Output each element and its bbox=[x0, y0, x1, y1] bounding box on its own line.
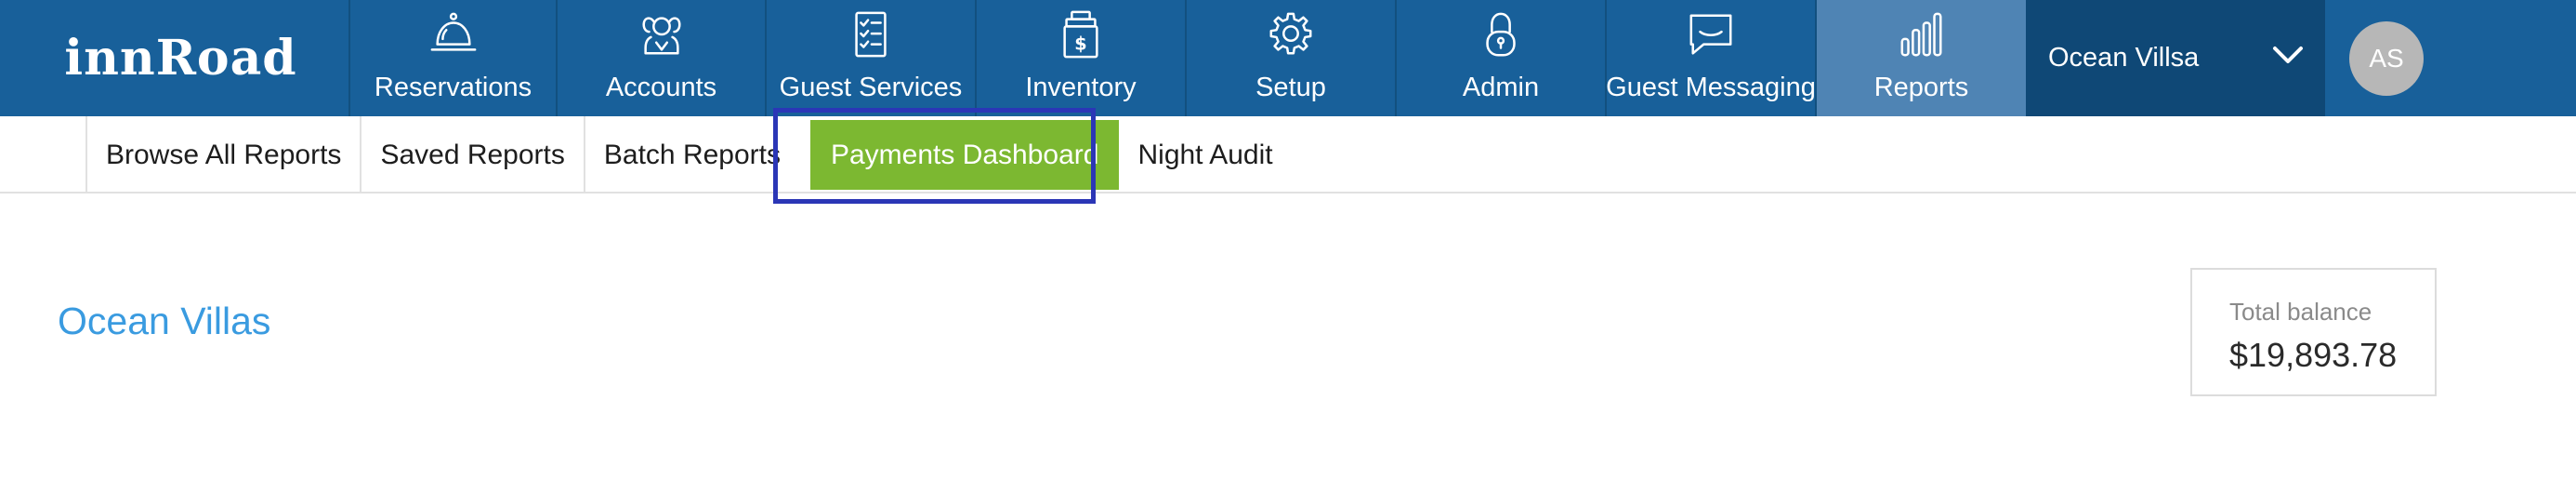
lock-icon bbox=[1473, 9, 1529, 61]
gear-icon bbox=[1263, 9, 1319, 61]
tab-browse-all-reports[interactable]: Browse All Reports bbox=[85, 116, 360, 193]
bar-chart-icon bbox=[1894, 9, 1950, 61]
tab-payments-dashboard[interactable]: Payments Dashboard bbox=[809, 120, 1120, 190]
property-selector-value: Ocean Villsa bbox=[2048, 43, 2200, 73]
nav-label: Admin bbox=[1462, 73, 1540, 102]
tab-saved-reports[interactable]: Saved Reports bbox=[360, 116, 583, 193]
svg-text:$: $ bbox=[1074, 33, 1086, 54]
nav-label: Reservations bbox=[374, 73, 532, 102]
message-icon bbox=[1683, 9, 1739, 61]
nav-item-reservations[interactable]: Reservations bbox=[348, 0, 558, 116]
people-icon bbox=[634, 9, 690, 61]
page-title: Ocean Villas bbox=[58, 300, 271, 342]
tab-batch-reports[interactable]: Batch Reports bbox=[583, 116, 799, 193]
user-menu: AS bbox=[2325, 0, 2448, 116]
nav-item-guest-services[interactable]: Guest Services bbox=[767, 0, 977, 116]
chevron-down-icon bbox=[2271, 43, 2305, 73]
nav-item-accounts[interactable]: Accounts bbox=[558, 0, 767, 116]
nav-item-inventory[interactable]: $ Inventory bbox=[977, 0, 1187, 116]
property-selector[interactable]: Ocean Villsa bbox=[2026, 0, 2325, 116]
reports-subnav: Browse All Reports Saved Reports Batch R… bbox=[0, 116, 2576, 193]
main-nav: Reservations Accounts Guest Services $ I… bbox=[348, 0, 2026, 116]
nav-label: Guest Messaging bbox=[1606, 73, 1816, 102]
nav-label: Accounts bbox=[605, 73, 717, 102]
nav-label: Inventory bbox=[1025, 73, 1137, 102]
nav-label: Setup bbox=[1255, 73, 1326, 102]
nav-item-reports[interactable]: Reports bbox=[1817, 0, 2026, 116]
bell-icon bbox=[426, 9, 481, 61]
nav-item-guest-messaging[interactable]: Guest Messaging bbox=[1606, 0, 1817, 116]
avatar[interactable]: AS bbox=[2349, 20, 2424, 96]
innroad-logo[interactable]: innRoad bbox=[0, 0, 348, 116]
total-balance-label: Total balance bbox=[2229, 298, 2372, 326]
total-balance-card: Total balance $19,893.78 bbox=[2190, 268, 2437, 396]
nav-label: Guest Services bbox=[779, 73, 963, 102]
checklist-icon bbox=[843, 9, 899, 61]
total-balance-value: $19,893.78 bbox=[2229, 336, 2398, 374]
top-nav-bar: innRoad Reservations Accounts Guest Serv… bbox=[0, 0, 2576, 116]
tab-night-audit[interactable]: Night Audit bbox=[1128, 116, 1291, 193]
inventory-icon: $ bbox=[1053, 9, 1109, 61]
nav-item-admin[interactable]: Admin bbox=[1397, 0, 1607, 116]
nav-label: Reports bbox=[1873, 73, 1969, 102]
nav-item-setup[interactable]: Setup bbox=[1187, 0, 1397, 116]
